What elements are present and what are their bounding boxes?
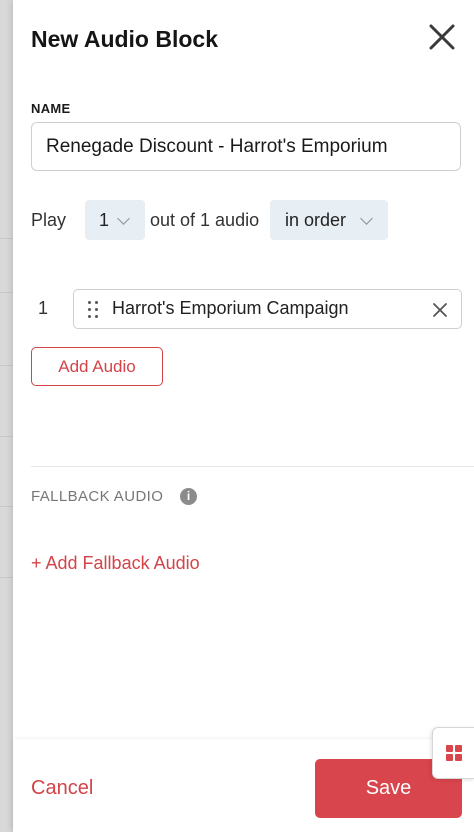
info-icon[interactable]: i (180, 488, 197, 505)
section-divider (31, 466, 474, 467)
chevron-down-icon (360, 212, 373, 225)
fallback-audio-label: FALLBACK AUDIO (31, 488, 164, 505)
dialog-title: New Audio Block (31, 26, 218, 52)
dialog-footer: Cancel Save (13, 739, 474, 832)
remove-audio-button[interactable] (431, 301, 449, 319)
name-input[interactable] (31, 122, 461, 171)
grid-widget-button[interactable] (432, 727, 474, 779)
background-page (0, 0, 14, 832)
add-fallback-audio-link[interactable]: + Add Fallback Audio (31, 553, 200, 574)
chevron-down-icon (117, 212, 130, 225)
play-order-value: in order (285, 210, 347, 230)
audio-name: Harrot's Emporium Campaign (112, 298, 349, 318)
play-settings-row: Play 1 out of 1 audio in order (31, 200, 471, 240)
background-divider (0, 365, 14, 366)
background-divider (0, 238, 14, 239)
drag-handle-icon[interactable] (88, 301, 100, 319)
close-icon (433, 303, 447, 317)
play-count-value: 1 (99, 210, 110, 230)
play-count-select[interactable]: 1 (85, 200, 145, 240)
out-of-label: out of 1 audio (150, 210, 260, 230)
add-audio-button[interactable]: Add Audio (31, 347, 163, 386)
background-divider (0, 292, 14, 293)
background-divider (0, 577, 14, 578)
background-divider (0, 436, 14, 437)
play-order-select[interactable]: in order (270, 200, 388, 240)
audio-block-panel: New Audio Block NAME Play 1 out of 1 aud… (13, 0, 474, 832)
audio-chip[interactable]: Harrot's Emporium Campaign (73, 289, 462, 329)
name-label: NAME (31, 101, 71, 116)
close-button[interactable] (427, 22, 457, 52)
audio-index: 1 (38, 298, 49, 318)
cancel-button[interactable]: Cancel (31, 777, 93, 800)
play-label: Play (31, 210, 67, 230)
close-icon (429, 24, 455, 50)
background-divider (0, 506, 14, 507)
audio-list-item: 1 Harrot's Emporium Campaign (31, 289, 463, 329)
